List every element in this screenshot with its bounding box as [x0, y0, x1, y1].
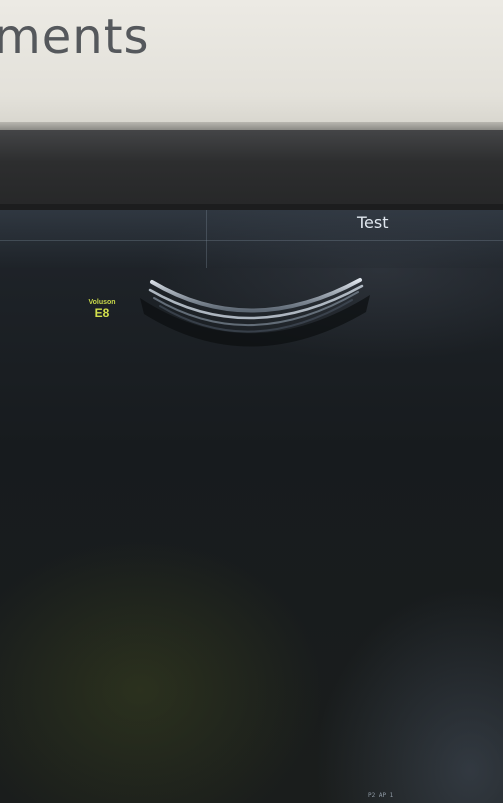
ultrasound-probe-arc [140, 278, 370, 347]
arc-band-middle [148, 284, 364, 320]
screen-title: Test [357, 213, 389, 232]
corner-readout: P2 AP 1 [368, 792, 394, 799]
header-divider-horizontal [0, 240, 503, 241]
monitor-bezel [0, 130, 503, 210]
wall-sign-text: ments [0, 9, 150, 65]
photo: ments Test Voluson E8 P2 AP 1 [0, 0, 503, 803]
wall-sign: ments [0, 0, 503, 128]
wall-sign-edge [0, 122, 503, 130]
device-model-label: E8 [94, 306, 110, 320]
ultrasound-screen: Test Voluson E8 P2 AP 1 [0, 210, 503, 803]
